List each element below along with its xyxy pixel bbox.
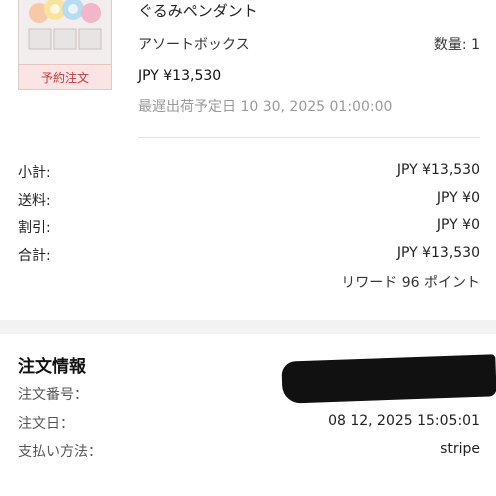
product-variant: アソートボックス: [138, 37, 250, 53]
product-thumbnail[interactable]: 予約注文: [18, 0, 112, 90]
discount-row: 割引: JPY ¥0: [18, 217, 480, 237]
product-title[interactable]: ぐるみペンダント: [138, 0, 258, 21]
product-item[interactable]: 予約注文 ぐるみペンダント アソートボックス 数量: 1 JPY ¥13,530…: [0, 0, 496, 134]
redaction-mark: [281, 354, 496, 404]
shipping-date: 最遅出荷予定日 10 30, 2025 01:00:00: [138, 99, 393, 115]
payment-method-row: 支払い方法： stripe: [18, 441, 480, 461]
total-row: 合計: JPY ¥13,530: [18, 245, 480, 265]
product-price: JPY ¥13,530: [138, 68, 222, 84]
shipping-value: JPY ¥0: [436, 190, 480, 206]
shipping-label: 送料:: [18, 193, 51, 209]
order-date-value: 08 12, 2025 15:05:01: [328, 413, 480, 429]
order-info-title: 注文情報: [18, 357, 86, 377]
total-label: 合計:: [18, 248, 51, 264]
preorder-badge: 予約注文: [19, 64, 111, 89]
divider: [138, 137, 480, 138]
product-image: [28, 0, 102, 50]
subtotal-label: 小計:: [18, 165, 51, 181]
product-quantity: 数量: 1: [433, 37, 480, 53]
subtotal-value: JPY ¥13,530: [396, 162, 480, 178]
total-value: JPY ¥13,530: [396, 245, 480, 261]
payment-method-label: 支払い方法：: [18, 444, 102, 460]
discount-label: 割引:: [18, 220, 51, 236]
order-number-label: 注文番号：: [18, 387, 88, 403]
payment-method-value: stripe: [440, 441, 480, 457]
reward-points: リワード 96 ポイント: [341, 275, 480, 291]
discount-value: JPY ¥0: [436, 217, 480, 233]
shipping-row: 送料: JPY ¥0: [18, 190, 480, 210]
order-date-label: 注文日：: [18, 416, 74, 432]
section-separator: [0, 320, 496, 334]
order-date-row: 注文日： 08 12, 2025 15:05:01: [18, 413, 480, 433]
subtotal-row: 小計: JPY ¥13,530: [18, 162, 480, 182]
